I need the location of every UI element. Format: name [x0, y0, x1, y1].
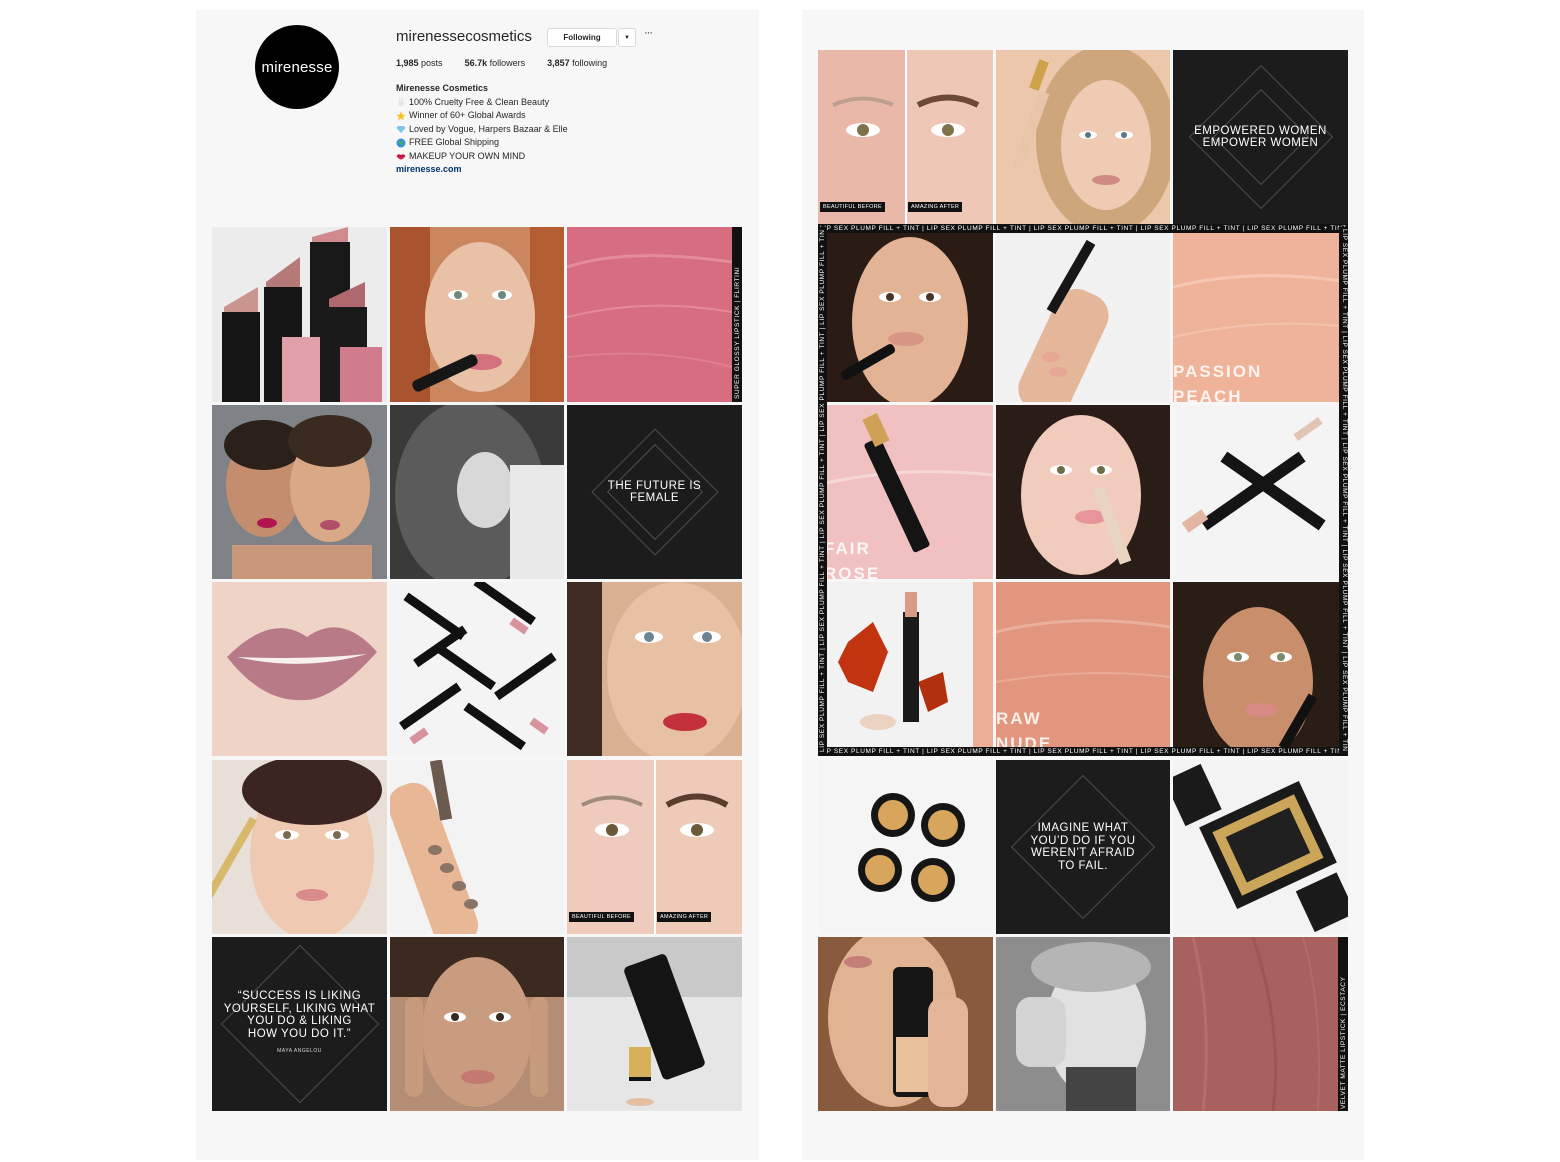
lipstick-pattern-image — [390, 582, 564, 756]
followers-stat[interactable]: 56.7k followers — [465, 58, 526, 68]
quote-text: EMPOWERED WOMEN EMPOWER WOMEN — [1194, 124, 1327, 150]
gift-box-image — [1173, 760, 1348, 934]
lipstick-bullets-image — [212, 227, 387, 402]
post-thumbnail-curly-model[interactable] — [1173, 582, 1348, 756]
quote-text: IMAGINE WHAT YOU’D DO IF YOU WEREN’T AFRAI… — [1030, 822, 1136, 872]
frame-text-bottom: LIP SEX PLUMP FILL + TINT | LIP SEX PLUM… — [820, 748, 1346, 755]
profile-display-name: Mirenesse Cosmetics — [396, 83, 489, 93]
post-thumbnail-lips[interactable] — [212, 582, 387, 756]
post-thumbnail-compacts[interactable] — [818, 760, 993, 934]
post-thumbnail-blonde-concealer[interactable] — [996, 50, 1170, 224]
brunette-model-image — [818, 227, 993, 402]
bw-flower-crown-image — [996, 937, 1170, 1111]
frame-text-top: LIP SEX PLUMP FILL + TINT | LIP SEX PLUM… — [820, 225, 1346, 232]
posts-stat[interactable]: 1,985 posts — [396, 58, 443, 68]
bio-line: Winner of 60+ Global Awards — [396, 109, 568, 123]
compacts-image — [818, 760, 993, 934]
post-thumbnail-model-lip-gloss[interactable] — [996, 405, 1170, 579]
post-thumbnail-foundation-model[interactable] — [818, 937, 993, 1111]
post-thumbnail-gift-box[interactable] — [1173, 760, 1348, 934]
post-thumbnail-lipsticks[interactable] — [212, 227, 387, 402]
globe-emoji-icon — [396, 138, 406, 148]
quote-text: “SUCCESS IS LIKING YOURSELF, LIKING WHAT… — [212, 937, 387, 1111]
quote-text: THE FUTURE IS FEMALE — [607, 479, 702, 505]
post-thumbnail-products-tube[interactable] — [567, 937, 742, 1111]
before-after-brows-image — [567, 760, 742, 934]
after-badge: AMAZING AFTER — [657, 912, 712, 922]
blonde-model-image — [996, 50, 1170, 224]
post-thumbnail-quote-future-female[interactable]: THE FUTURE IS FEMALE — [567, 405, 742, 579]
shade-name-label: FAIR ROSE — [824, 539, 881, 579]
foundation-model-image — [818, 937, 993, 1111]
bio-line: Loved by Vogue, Harpers Bazaar & Elle — [396, 123, 568, 137]
profile-bio: Mirenesse Cosmetics 100% Cruelty Free & … — [396, 82, 568, 177]
post-thumbnail-crossed-lipsticks[interactable] — [1173, 405, 1348, 579]
model-hands-image — [390, 937, 564, 1111]
curly-model-image — [1173, 582, 1348, 756]
hand-swatch-image — [996, 227, 1170, 402]
post-thumbnail-quote-empowered[interactable]: EMPOWERED WOMEN EMPOWER WOMEN — [1173, 50, 1348, 224]
post-thumbnail-before-after-eye[interactable]: BEAUTIFUL BEFORE AMAZING AFTER — [818, 50, 993, 224]
post-thumbnail-fair-rose[interactable]: FAIR ROSE — [818, 405, 993, 579]
matte-lips-image — [212, 582, 387, 756]
post-thumbnail-redhead-lipstick[interactable] — [390, 227, 564, 402]
lips-emoji-icon — [396, 154, 406, 160]
tube-products-image — [567, 937, 742, 1111]
model-lip-gloss-image — [996, 405, 1170, 579]
post-thumbnail-quote-imagine[interactable]: IMAGINE WHAT YOU’D DO IF YOU WEREN’T AFRAI… — [996, 760, 1170, 934]
pink-swatch-image — [567, 227, 742, 402]
post-thumbnail-mascara-model[interactable] — [567, 582, 742, 756]
two-models-image — [212, 405, 387, 579]
swatch-arm-image — [390, 760, 564, 934]
avatar[interactable]: mirenesse — [255, 25, 339, 109]
swatch-vertical-label: SUPER GLOSSY LIPSTICK | FLIRTINI — [734, 266, 741, 399]
post-thumbnail-autumn-lipstick[interactable] — [818, 582, 993, 756]
post-thumbnail-bw-flower-crown[interactable] — [996, 937, 1170, 1111]
ellipsis-icon[interactable]: ··· — [644, 27, 653, 39]
post-thumbnail-bw-portrait[interactable] — [390, 405, 564, 579]
bio-line: MAKEUP YOUR OWN MIND — [396, 150, 568, 164]
chevron-down-icon[interactable]: ▼ — [618, 28, 636, 47]
bunny-emoji-icon — [398, 97, 404, 107]
post-thumbnail-before-after-brows[interactable]: BEAUTIFUL BEFORE AMAZING AFTER — [567, 760, 742, 934]
following-stat[interactable]: 3,857 following — [547, 58, 607, 68]
post-thumbnail-lipstick-swatch[interactable]: SUPER GLOSSY LIPSTICK | FLIRTINI — [567, 227, 742, 402]
mascara-model-image — [567, 582, 742, 756]
autumn-lipstick-image — [818, 582, 993, 756]
post-thumbnail-brunette-lipstick[interactable] — [818, 227, 993, 402]
following-button[interactable]: Following — [547, 28, 617, 47]
post-thumbnail-two-models[interactable] — [212, 405, 387, 579]
swatch-vertical-label: VELVET MATTE LIPSTICK | ECSTACY — [1340, 976, 1347, 1110]
bw-portrait-image — [390, 405, 564, 579]
post-thumbnail-swatch-arm[interactable] — [390, 760, 564, 934]
bio-line: FREE Global Shipping — [396, 136, 568, 150]
post-thumbnail-brow-model[interactable] — [212, 760, 387, 934]
brow-model-image — [212, 760, 387, 934]
post-thumbnail-hand-swatch[interactable] — [996, 227, 1170, 402]
star-emoji-icon — [396, 111, 406, 121]
shade-name-label: PASSION PEACH — [1173, 362, 1263, 402]
profile-website-link[interactable]: mirenesse.com — [396, 163, 568, 177]
ecstacy-swatch-image — [1173, 937, 1348, 1111]
quote-author: MAYA ANGELOU — [277, 1048, 322, 1055]
before-after-eye-image — [818, 50, 993, 224]
frame-text-right: LIP SEX PLUMP FILL + TINT | LIP SEX PLUM… — [1341, 229, 1348, 751]
post-thumbnail-quote-success[interactable]: “SUCCESS IS LIKING YOURSELF, LIKING WHAT… — [212, 937, 387, 1111]
post-thumbnail-raw-nude[interactable]: RAW NUDE — [996, 582, 1170, 756]
profile-username: mirenessecosmetics — [396, 28, 532, 45]
redhead-model-image — [390, 227, 564, 402]
diamond-emoji-icon — [396, 126, 406, 134]
bio-line: 100% Cruelty Free & Clean Beauty — [396, 96, 568, 110]
post-thumbnail-model-hands[interactable] — [390, 937, 564, 1111]
frame-text-left: LIP SEX PLUMP FILL + TINT | LIP SEX PLUM… — [819, 230, 826, 752]
profile-stats: 1,985 posts 56.7k followers 3,857 follow… — [396, 58, 607, 68]
before-badge: BEAUTIFUL BEFORE — [569, 912, 634, 922]
crossed-lipsticks-image — [1173, 405, 1348, 579]
before-badge: BEAUTIFUL BEFORE — [820, 202, 885, 212]
after-badge: AMAZING AFTER — [908, 202, 963, 212]
post-thumbnail-passion-peach[interactable]: PASSION PEACH — [1173, 227, 1348, 402]
post-thumbnail-lipstick-pattern[interactable] — [390, 582, 564, 756]
avatar-logo-text: mirenesse — [261, 58, 333, 76]
post-thumbnail-ecstacy-swatch[interactable]: VELVET MATTE LIPSTICK | ECSTACY — [1173, 937, 1348, 1111]
